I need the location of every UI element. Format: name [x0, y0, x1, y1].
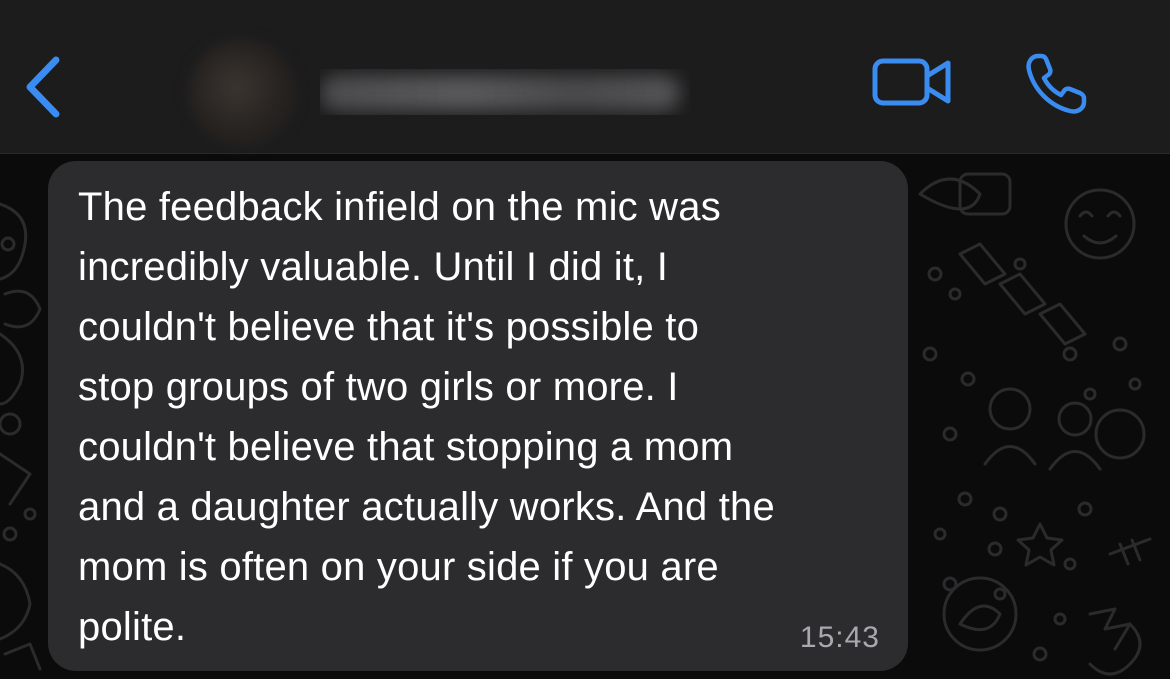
phone-icon: [1026, 53, 1087, 114]
avatar[interactable]: [188, 39, 296, 147]
chat-screen: The feedback infield on the mic was incr…: [0, 0, 1170, 679]
message-timestamp: 15:43: [799, 621, 880, 654]
chevron-left-icon: [26, 56, 60, 118]
voice-call-button[interactable]: [1020, 48, 1092, 120]
message-bubble[interactable]: The feedback infield on the mic was incr…: [48, 161, 908, 671]
video-camera-icon: [872, 58, 951, 106]
back-button[interactable]: [14, 52, 74, 122]
message-text: The feedback infield on the mic was incr…: [78, 185, 775, 649]
video-call-button[interactable]: [870, 52, 956, 112]
contact-info[interactable]: [170, 25, 700, 150]
contact-name[interactable]: [320, 69, 690, 115]
chat-header: [0, 0, 1170, 154]
